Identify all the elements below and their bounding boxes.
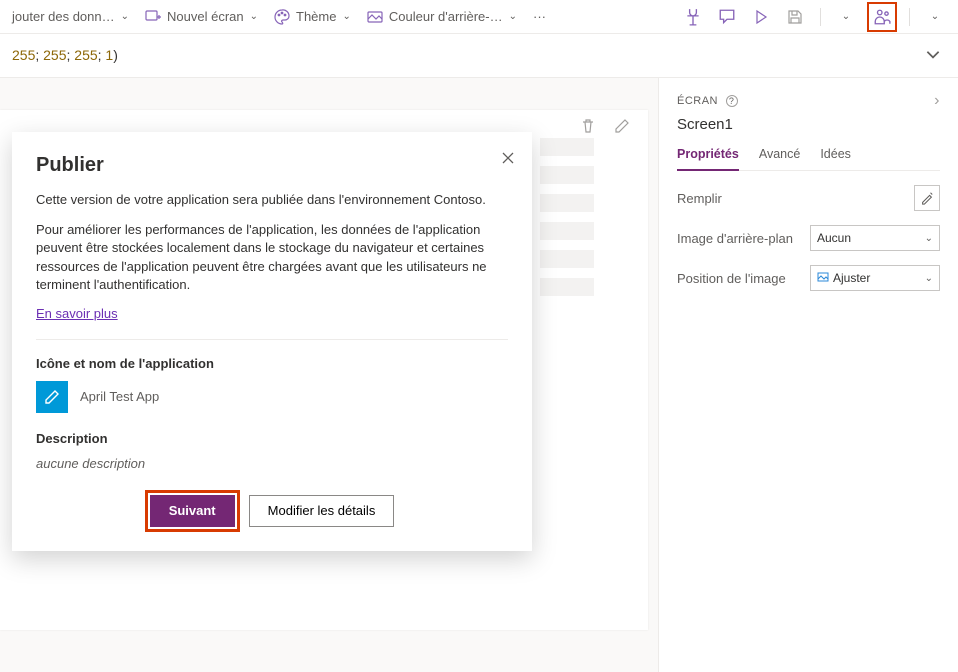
background-color-label: Couleur d'arrière-… <box>389 9 503 24</box>
panel-breadcrumb: ÉCRAN <box>677 95 718 107</box>
top-toolbar: jouter des donn… ⌄ Nouvel écran ⌄ Thème … <box>0 0 958 34</box>
save-button[interactable] <box>782 4 808 30</box>
formula-expand-button[interactable] <box>924 45 942 66</box>
app-checker-button[interactable] <box>680 4 706 30</box>
preview-button[interactable] <box>748 4 774 30</box>
bg-image-select[interactable]: Aucun ⌄ <box>810 225 940 251</box>
learn-more-link[interactable]: En savoir plus <box>36 306 118 321</box>
edit-pencil-icon[interactable] <box>614 118 630 137</box>
divider <box>36 339 508 340</box>
help-icon[interactable]: ? <box>726 95 738 107</box>
comments-button[interactable] <box>714 4 740 30</box>
panel-screen-title: Screen1 <box>677 116 940 133</box>
chevron-down-icon: ⌄ <box>342 11 350 22</box>
formula-bar[interactable]: 255; 255; 255; 1) <box>0 34 958 78</box>
description-label: Description <box>36 431 508 446</box>
main-area: Publier Cette version de votre applicati… <box>0 78 958 672</box>
separator <box>820 8 821 26</box>
chevron-down-icon: ⌄ <box>925 233 933 244</box>
edit-details-button[interactable]: Modifier les détails <box>249 495 395 527</box>
chevron-down-icon: ⌄ <box>121 11 129 22</box>
save-chevron-button[interactable]: ⌄ <box>833 4 859 30</box>
app-row: April Test App <box>36 381 508 413</box>
app-name: April Test App <box>80 389 159 404</box>
publish-teams-button[interactable] <box>871 6 893 28</box>
properties-panel: ÉCRAN ? › Screen1 Propriétés Avancé Idée… <box>658 78 958 672</box>
background-color-button[interactable]: Couleur d'arrière-… ⌄ <box>361 5 523 29</box>
new-screen-button[interactable]: Nouvel écran ⌄ <box>139 5 264 29</box>
panel-tabs: Propriétés Avancé Idées <box>677 147 940 171</box>
tab-ideas[interactable]: Idées <box>820 147 851 170</box>
add-data-button[interactable]: jouter des donn… ⌄ <box>6 5 135 28</box>
app-icon <box>36 381 68 413</box>
background-color-icon <box>367 9 383 25</box>
image-position-label: Position de l'image <box>677 271 786 286</box>
chevron-right-icon[interactable]: › <box>934 92 940 110</box>
dialog-env-text: Cette version de votre application sera … <box>36 191 508 209</box>
chevron-down-icon: ⌄ <box>842 11 850 22</box>
fill-color-button[interactable] <box>914 185 940 211</box>
description-value: aucune description <box>36 456 508 471</box>
fill-label: Remplir <box>677 191 722 206</box>
tab-properties[interactable]: Propriétés <box>677 147 739 171</box>
more-actions-button[interactable]: ··· <box>527 9 552 24</box>
close-button[interactable] <box>500 150 516 169</box>
chevron-down-icon: ⌄ <box>931 11 939 22</box>
dialog-perf-text: Pour améliorer les performances de l'app… <box>36 221 508 294</box>
bg-image-label: Image d'arrière-plan <box>677 231 793 246</box>
new-screen-label: Nouvel écran <box>167 9 244 24</box>
new-screen-icon <box>145 9 161 25</box>
add-data-label: jouter des donn… <box>12 9 115 24</box>
chevron-down-icon: ⌄ <box>925 273 933 284</box>
tab-advanced[interactable]: Avancé <box>759 147 800 170</box>
dialog-title: Publier <box>36 154 508 177</box>
formula-text: 255; 255; 255; 1) <box>12 47 118 64</box>
palette-icon <box>274 9 290 25</box>
theme-button[interactable]: Thème ⌄ <box>268 5 357 29</box>
chevron-down-icon: ⌄ <box>250 11 258 22</box>
publish-chevron-button[interactable]: ⌄ <box>922 4 948 30</box>
delete-icon[interactable] <box>580 118 596 137</box>
image-icon <box>817 272 829 284</box>
next-button[interactable]: Suivant <box>150 495 235 527</box>
theme-label: Thème <box>296 9 336 24</box>
bg-image-value: Aucun <box>817 231 851 245</box>
canvas-placeholder-bars <box>540 138 594 296</box>
publish-dialog: Publier Cette version de votre applicati… <box>12 132 532 551</box>
separator <box>909 8 910 26</box>
teams-highlight-box <box>867 2 897 32</box>
canvas-area: Publier Cette version de votre applicati… <box>0 78 658 672</box>
image-position-value: Ajuster <box>833 271 870 285</box>
image-position-select[interactable]: Ajuster ⌄ <box>810 265 940 291</box>
icon-name-label: Icône et nom de l'application <box>36 356 508 371</box>
chevron-down-icon: ⌄ <box>509 11 517 22</box>
